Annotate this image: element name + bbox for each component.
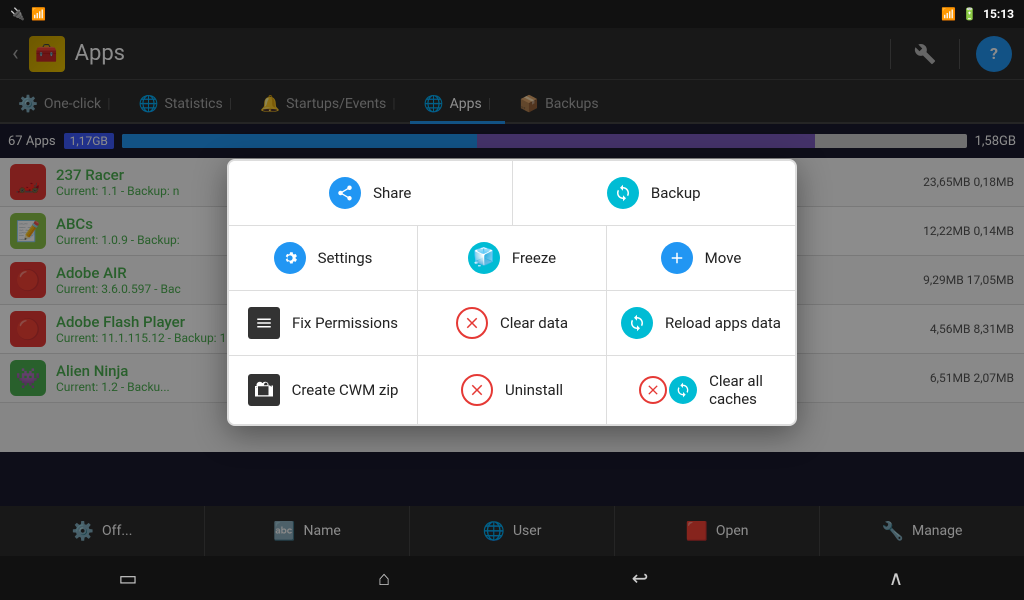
ctx-row-4: Create CWM zip Uninstall xyxy=(229,356,795,424)
usb-icon: 🔌 xyxy=(10,7,25,21)
clear-all-caches-icons xyxy=(639,376,697,404)
context-menu: Share Backup Settings xyxy=(227,159,797,426)
status-left: 🔌 📶 xyxy=(10,7,46,21)
ctx-row-3: Fix Permissions Clear data Reload apps d… xyxy=(229,291,795,356)
uninstall-icon xyxy=(461,374,493,406)
freeze-label: Freeze xyxy=(512,249,556,267)
reload-apps-data-icon xyxy=(621,307,653,339)
uninstall-label: Uninstall xyxy=(505,381,563,399)
back-nav-button[interactable]: ↩ xyxy=(610,566,670,590)
freeze-icon: 🧊 xyxy=(468,242,500,274)
share-button[interactable]: Share xyxy=(229,161,513,225)
backup-label: Backup xyxy=(651,184,701,202)
settings-label: Settings xyxy=(318,249,373,267)
reload-apps-data-button[interactable]: Reload apps data xyxy=(607,291,795,355)
move-label: Move xyxy=(705,249,742,267)
move-button[interactable]: Move xyxy=(607,226,795,290)
recent-button[interactable]: ▭ xyxy=(98,566,158,590)
clear-all-caches-button[interactable]: Clear allcaches xyxy=(607,356,795,424)
create-cwm-zip-button[interactable]: Create CWM zip xyxy=(229,356,418,424)
clear-data-button[interactable]: Clear data xyxy=(418,291,607,355)
clear-all-caches-label: Clear allcaches xyxy=(709,372,763,408)
status-bar: 🔌 📶 📶 🔋 15:13 xyxy=(0,0,1024,28)
clear-all-caches-icon xyxy=(639,376,667,404)
move-icon xyxy=(661,242,693,274)
create-cwm-zip-icon xyxy=(248,374,280,406)
share-label: Share xyxy=(373,184,411,202)
fix-permissions-label: Fix Permissions xyxy=(292,314,398,332)
status-right: 📶 🔋 15:13 xyxy=(941,7,1014,21)
create-cwm-zip-label: Create CWM zip xyxy=(292,381,399,399)
share-icon xyxy=(329,177,361,209)
freeze-button[interactable]: 🧊 Freeze xyxy=(418,226,607,290)
ctx-row-1: Share Backup xyxy=(229,161,795,226)
home-button[interactable]: ⌂ xyxy=(354,566,414,591)
signal-icon: 📶 xyxy=(31,7,46,21)
settings-icon xyxy=(274,242,306,274)
reload-icon-secondary xyxy=(669,376,697,404)
uninstall-button[interactable]: Uninstall xyxy=(418,356,607,424)
up-button[interactable]: ∧ xyxy=(866,566,926,590)
battery-icon: 🔋 xyxy=(962,7,977,21)
settings-button[interactable]: Settings xyxy=(229,226,418,290)
clear-data-icon xyxy=(456,307,488,339)
wifi-icon: 📶 xyxy=(941,7,956,21)
modal-overlay: Share Backup Settings xyxy=(0,28,1024,556)
backup-icon xyxy=(607,177,639,209)
fix-permissions-icon xyxy=(248,307,280,339)
nav-bar: ▭ ⌂ ↩ ∧ xyxy=(0,556,1024,600)
clock: 15:13 xyxy=(983,7,1014,21)
clear-data-label: Clear data xyxy=(500,314,568,332)
fix-permissions-button[interactable]: Fix Permissions xyxy=(229,291,418,355)
backup-button[interactable]: Backup xyxy=(513,161,796,225)
reload-apps-data-label: Reload apps data xyxy=(665,314,781,332)
ctx-row-2: Settings 🧊 Freeze Move xyxy=(229,226,795,291)
